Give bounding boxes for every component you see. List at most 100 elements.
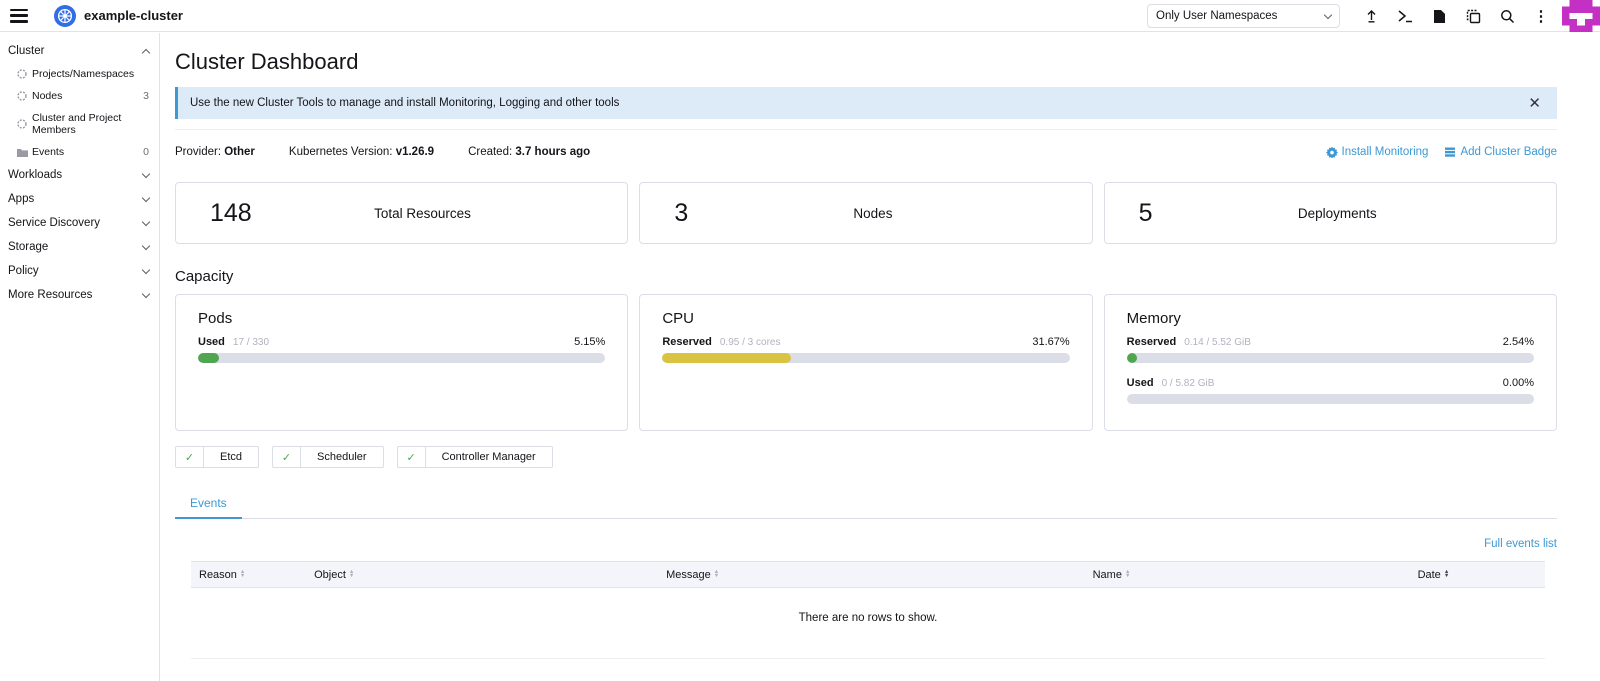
sidebar-group-apps[interactable]: Apps (0, 187, 159, 211)
search-icon[interactable] (1490, 0, 1524, 32)
gear-icon (1326, 146, 1338, 158)
column-label: Date (1418, 569, 1441, 581)
sidebar-group-service-discovery[interactable]: Service Discovery (0, 211, 159, 235)
close-icon[interactable]: ✕ (1524, 94, 1545, 112)
column-label: Name (1093, 569, 1122, 581)
sidebar-item-cluster-members[interactable]: Cluster and Project Members (0, 107, 159, 141)
events-table-header: Reason▲▼ Object▲▼ Message▲▼ Name▲▼ Date▲… (191, 561, 1545, 588)
stat-value: 148 (210, 199, 252, 228)
import-yaml-icon[interactable] (1354, 0, 1388, 32)
badge-icon (1444, 146, 1456, 158)
chevron-down-icon (1324, 10, 1332, 18)
full-events-list-link[interactable]: Full events list (1484, 538, 1557, 550)
gauge-percent: 0.00% (1503, 377, 1534, 389)
namespace-filter-value: Only User Namespaces (1156, 10, 1325, 22)
gauge-fraction: 17 / 330 (233, 337, 269, 348)
k8s-version-label: Kubernetes Version: (289, 146, 393, 158)
tab-events[interactable]: Events (175, 490, 242, 519)
column-header-object[interactable]: Object▲▼ (306, 569, 658, 581)
sidebar-item-events[interactable]: Events 0 (0, 141, 159, 163)
sidebar-group-label: Service Discovery (8, 217, 143, 229)
sidebar-group-storage[interactable]: Storage (0, 235, 159, 259)
sidebar-item-label: Cluster and Project Members (32, 112, 149, 136)
tab-bar: Events (175, 490, 1557, 519)
namespace-filter-select[interactable]: Only User Namespaces (1147, 4, 1340, 28)
add-cluster-badge-label: Add Cluster Badge (1460, 146, 1557, 158)
provider-label: Provider: (175, 146, 221, 158)
capacity-card-title: CPU (662, 310, 1069, 327)
members-icon (16, 118, 28, 130)
gauge-label: Reserved (1127, 336, 1177, 348)
install-monitoring-link[interactable]: Install Monitoring (1326, 146, 1429, 158)
capacity-card-title: Memory (1127, 310, 1534, 327)
sidebar-group-label: More Resources (8, 289, 143, 301)
gauge-label: Used (1127, 377, 1154, 389)
column-header-date[interactable]: Date▲▼ (1410, 569, 1545, 581)
events-panel: Events Full events list Reason▲▼ Object▲… (175, 490, 1557, 659)
folder-icon (16, 146, 28, 158)
sidebar-item-count: 3 (143, 90, 149, 102)
gauge-fraction: 0.95 / 3 cores (720, 337, 781, 348)
stat-label: Total Resources (252, 206, 594, 221)
sort-icon: ▲▼ (240, 571, 245, 577)
sidebar-group-workloads[interactable]: Workloads (0, 163, 159, 187)
column-label: Object (314, 569, 346, 581)
kubectl-shell-icon[interactable] (1388, 0, 1422, 32)
sidebar-item-nodes[interactable]: Nodes 3 (0, 85, 159, 107)
gauge-percent: 2.54% (1503, 336, 1534, 348)
sidebar-group-more-resources[interactable]: More Resources (0, 283, 159, 307)
sort-icon: ▲▼ (349, 571, 354, 577)
chevron-down-icon (142, 193, 150, 201)
sidebar-group-policy[interactable]: Policy (0, 259, 159, 283)
sidebar-group-label: Storage (8, 241, 143, 253)
add-cluster-badge-link[interactable]: Add Cluster Badge (1444, 146, 1557, 158)
chevron-down-icon (142, 265, 150, 273)
kebab-menu-icon[interactable]: ⋮ (1524, 0, 1558, 32)
badge-label: Controller Manager (426, 447, 552, 467)
sidebar-item-count: 0 (143, 146, 149, 158)
glance-row: Provider: Other Kubernetes Version: v1.2… (175, 146, 1557, 158)
sort-icon: ▲▼ (714, 571, 719, 577)
gauge-fraction: 0 / 5.82 GiB (1162, 378, 1215, 389)
hamburger-menu-icon[interactable] (10, 9, 28, 23)
progress-bar (198, 353, 605, 363)
sidebar-item-projects-namespaces[interactable]: Projects/Namespaces (0, 63, 159, 85)
provider-value: Other (224, 146, 255, 158)
events-table: Reason▲▼ Object▲▼ Message▲▼ Name▲▼ Date▲… (191, 561, 1545, 659)
badge-label: Scheduler (301, 447, 383, 467)
kubernetes-logo-icon (54, 5, 76, 27)
top-nav: example-cluster Only User Namespaces ⋮ (0, 0, 1600, 32)
sidebar-item-label: Nodes (32, 90, 143, 102)
gauge-label: Reserved (662, 336, 712, 348)
stat-card-total-resources: 148 Total Resources (175, 182, 628, 244)
gauge-percent: 5.15% (574, 336, 605, 348)
column-header-reason[interactable]: Reason▲▼ (191, 569, 306, 581)
progress-bar (662, 353, 1069, 363)
namespace-icon (16, 68, 28, 80)
sidebar-group-cluster[interactable]: Cluster (0, 39, 159, 63)
stat-label: Nodes (688, 206, 1057, 221)
download-kubeconfig-icon[interactable] (1422, 0, 1456, 32)
column-header-name[interactable]: Name▲▼ (1085, 569, 1410, 581)
stat-value: 5 (1139, 199, 1153, 228)
chevron-down-icon (142, 169, 150, 177)
sidebar-group-label: Workloads (8, 169, 143, 181)
capacity-card-title: Pods (198, 310, 605, 327)
copy-kubeconfig-icon[interactable] (1456, 0, 1490, 32)
sidebar: Cluster Projects/Namespaces Nodes 3 Clus… (0, 33, 160, 681)
check-icon: ✓ (273, 447, 301, 467)
progress-bar (1127, 353, 1534, 363)
install-monitoring-label: Install Monitoring (1342, 146, 1429, 158)
gauge-pods-used: Used 17 / 330 5.15% (198, 336, 605, 363)
stat-label: Deployments (1153, 206, 1522, 221)
gauge-label: Used (198, 336, 225, 348)
check-icon: ✓ (176, 447, 204, 467)
column-header-message[interactable]: Message▲▼ (658, 569, 1085, 581)
user-avatar[interactable] (1562, 0, 1600, 32)
created-label: Created: (468, 146, 512, 158)
sidebar-group-label: Policy (8, 265, 143, 277)
capacity-heading: Capacity (175, 268, 1557, 285)
empty-table-message: There are no rows to show. (191, 588, 1545, 659)
gauge-memory-reserved: Reserved 0.14 / 5.52 GiB 2.54% (1127, 336, 1534, 363)
gauge-cpu-reserved: Reserved 0.95 / 3 cores 31.67% (662, 336, 1069, 363)
